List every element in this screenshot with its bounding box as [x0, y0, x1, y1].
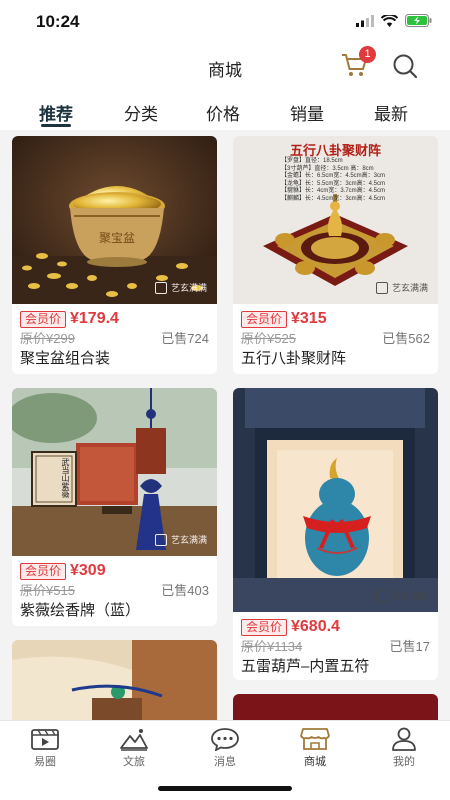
- message-icon: [211, 728, 239, 751]
- nav-item-me[interactable]: 我的: [374, 727, 434, 769]
- sold-count: 已售17: [389, 639, 430, 654]
- cart-badge: 1: [359, 46, 376, 63]
- watermark-logo: 艺玄满满: [375, 281, 428, 294]
- nav-item-messages[interactable]: 消息: [195, 727, 255, 769]
- product-name: 聚宝盆组合装: [20, 350, 111, 367]
- page-title: 商城: [208, 61, 242, 80]
- nav-item-yiquan[interactable]: 易圈: [15, 727, 75, 769]
- status-time: 10:24: [36, 12, 80, 31]
- home-indicator: [158, 786, 292, 791]
- nav-label: 消息: [214, 756, 236, 768]
- signal-icon: [356, 14, 374, 27]
- watermark-logo: 艺玄满满: [154, 281, 207, 294]
- original-price: 原价¥299: [20, 331, 75, 346]
- store-icon: [300, 728, 330, 750]
- image-spec-title: 五行八卦聚财阵: [289, 143, 381, 158]
- member-price-badge: 会员价: [20, 311, 67, 328]
- product-card[interactable]: 武当山紫薇 艺玄满满 会员价 ¥309 原价¥515 已售403 紫薇绘香牌（蓝…: [12, 388, 217, 626]
- sold-count: 已售403: [161, 583, 209, 598]
- product-card[interactable]: [12, 640, 217, 720]
- original-price: 原价¥1134: [241, 639, 303, 654]
- user-icon: [392, 727, 416, 751]
- sold-count: 已售724: [161, 331, 209, 346]
- image-spec-list: 【罗盘】直径：18.5cm 【3寸葫芦】直径：3.5cm 高：8cm 【金蟾】长…: [281, 158, 386, 202]
- nav-item-store[interactable]: 商城: [285, 727, 345, 769]
- tab-recommended[interactable]: 推荐: [39, 100, 73, 125]
- product-image: [12, 640, 217, 720]
- product-image: 武当山紫薇 艺玄满满: [12, 388, 217, 556]
- sold-count: 已售562: [382, 331, 430, 346]
- product-price: ¥315: [291, 310, 327, 327]
- battery-icon: [405, 14, 432, 27]
- status-bar: 10:24: [0, 0, 450, 44]
- nav-item-wenlv[interactable]: 文旅: [104, 727, 164, 769]
- wifi-icon: [381, 14, 398, 27]
- tab-active-indicator: [41, 124, 71, 127]
- tab-newest[interactable]: 最新: [374, 100, 408, 125]
- original-price: 原价¥525: [241, 331, 296, 346]
- product-price: ¥309: [70, 562, 106, 579]
- watermark-logo: 艺玄满满: [154, 533, 207, 546]
- member-price-badge: 会员价: [241, 619, 288, 636]
- product-image: 艺玄满满: [233, 388, 438, 612]
- member-price-badge: 会员价: [20, 563, 67, 580]
- nav-label: 我的: [393, 756, 415, 768]
- tab-price[interactable]: 价格: [206, 100, 240, 125]
- nav-label: 商城: [304, 756, 326, 768]
- product-image: 五行八卦聚财阵 【罗盘】直径：18.5cm 【3寸葫芦】直径：3.5cm 高：8…: [233, 136, 438, 304]
- cart-button[interactable]: 1: [341, 46, 376, 80]
- product-image: [233, 694, 438, 720]
- search-button[interactable]: [391, 52, 419, 80]
- product-card[interactable]: 艺玄满满 会员价 ¥680.4 原价¥1134 已售17 五雷葫芦–内置五符: [233, 388, 438, 680]
- nav-label: 易圈: [34, 756, 56, 768]
- tab-category[interactable]: 分类: [124, 100, 158, 125]
- sort-tabs: 推荐 分类 价格 销量 最新: [0, 92, 450, 130]
- product-price: ¥680.4: [291, 618, 340, 635]
- product-name: 紫薇绘香牌（蓝）: [20, 602, 141, 619]
- original-price: 原价¥515: [20, 583, 75, 598]
- product-card[interactable]: 五行八卦聚财阵 【罗盘】直径：18.5cm 【3寸葫芦】直径：3.5cm 高：8…: [233, 136, 438, 374]
- product-price: ¥179.4: [70, 310, 119, 327]
- search-icon: [393, 54, 418, 79]
- tab-sales[interactable]: 销量: [290, 100, 324, 125]
- product-name: 五行八卦聚财阵: [241, 350, 347, 367]
- video-icon: [31, 729, 59, 750]
- svg-text:聚宝盆: 聚宝盆: [99, 231, 135, 245]
- product-card[interactable]: 聚宝盆 艺玄满满 会员价 ¥179.4 原价¥299 已售724 聚宝盆组合装: [12, 136, 217, 374]
- product-image: 聚宝盆 艺玄满满: [12, 136, 217, 304]
- member-price-badge: 会员价: [241, 311, 288, 328]
- box-label: 武当山紫薇: [61, 458, 70, 498]
- watermark-logo: 艺玄满满: [375, 589, 428, 602]
- product-name: 五雷葫芦–内置五符: [241, 658, 370, 675]
- nav-label: 文旅: [123, 756, 145, 768]
- landscape-icon: [120, 729, 148, 751]
- product-card[interactable]: [233, 694, 438, 720]
- header: 商城 1: [0, 44, 450, 92]
